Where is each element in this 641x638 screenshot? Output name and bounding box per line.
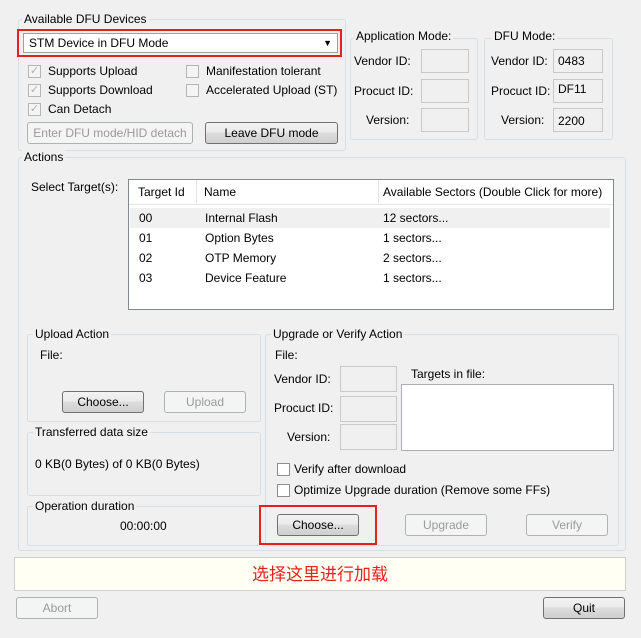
target-id-cell: 02 <box>139 251 153 265</box>
upload-choose-button[interactable]: Choose... <box>62 391 144 413</box>
app-product-field <box>421 79 469 103</box>
upgrade-file-label: File: <box>275 348 298 362</box>
supports-download-checkbox[interactable]: ✓ <box>28 84 41 97</box>
accelerated-upload-label: Accelerated Upload (ST) <box>206 83 338 97</box>
upgrade-version-label: Version: <box>287 430 331 444</box>
target-name-cell: Option Bytes <box>205 231 274 245</box>
dfu-product-field: DF11 <box>553 79 603 103</box>
target-sectors-cell: 1 sectors... <box>383 271 442 285</box>
transferred-size-title: Transferred data size <box>33 425 150 439</box>
device-select-highlight <box>17 29 342 57</box>
status-annotation: 选择这里进行加载 <box>252 565 388 585</box>
target-name-cell: OTP Memory <box>205 251 277 265</box>
app-version-label: Version: <box>366 113 410 127</box>
upgrade-product-label: Procuct ID: <box>274 401 334 415</box>
dfu-vendor-field: 0483 <box>553 49 603 73</box>
optimize-upgrade-label: Optimize Upgrade duration (Remove some F… <box>294 483 551 497</box>
table-row[interactable]: 03 Device Feature 1 sectors... <box>130 268 610 288</box>
actions-title: Actions <box>22 150 66 164</box>
targets-in-file-label: Targets in file: <box>411 367 486 381</box>
target-sectors-cell: 12 sectors... <box>383 211 449 225</box>
operation-duration-value: 00:00:00 <box>120 519 167 533</box>
column-sectors[interactable]: Available Sectors (Double Click for more… <box>383 185 602 199</box>
quit-button[interactable]: Quit <box>543 597 625 619</box>
abort-button[interactable]: Abort <box>16 597 98 619</box>
target-name-cell: Device Feature <box>205 271 287 285</box>
upload-file-label: File: <box>40 348 63 362</box>
target-sectors-cell: 1 sectors... <box>383 231 442 245</box>
upload-action-title: Upload Action <box>33 327 112 341</box>
can-detach-label: Can Detach <box>48 102 112 116</box>
enter-dfu-button[interactable]: Enter DFU mode/HID detach <box>27 122 193 144</box>
optimize-upgrade-checkbox[interactable] <box>277 484 290 497</box>
upgrade-version-field <box>340 424 397 450</box>
upload-button[interactable]: Upload <box>164 391 246 413</box>
transferred-size-value: 0 KB(0 Bytes) of 0 KB(0 Bytes) <box>35 457 200 471</box>
verify-button[interactable]: Verify <box>526 514 608 536</box>
dfu-vendor-label: Vendor ID: <box>491 54 548 68</box>
table-row[interactable]: 01 Option Bytes 1 sectors... <box>130 228 610 248</box>
leave-dfu-button[interactable]: Leave DFU mode <box>205 122 338 144</box>
target-list-header: Target Id Name Available Sectors (Double… <box>129 180 613 205</box>
column-name[interactable]: Name <box>204 185 236 199</box>
manifestation-tolerant-checkbox[interactable] <box>186 65 199 78</box>
app-version-field <box>421 108 469 132</box>
app-vendor-field <box>421 49 469 73</box>
dfu-mode-title: DFU Mode: <box>492 29 558 43</box>
dfu-devices-title: Available DFU Devices <box>22 12 149 26</box>
table-row[interactable]: 00 Internal Flash 12 sectors... <box>130 208 610 228</box>
target-list[interactable]: Target Id Name Available Sectors (Double… <box>128 179 614 310</box>
choose-button-highlight <box>259 505 377 545</box>
application-mode-title: Application Mode: <box>354 29 454 43</box>
targets-in-file-list[interactable] <box>401 384 614 451</box>
upgrade-product-field <box>340 396 397 422</box>
app-product-label: Procuct ID: <box>354 84 414 98</box>
can-detach-checkbox[interactable]: ✓ <box>28 103 41 116</box>
target-id-cell: 00 <box>139 211 153 225</box>
supports-download-label: Supports Download <box>48 83 153 97</box>
accelerated-upload-checkbox[interactable] <box>186 84 199 97</box>
target-name-cell: Internal Flash <box>205 211 278 225</box>
verify-after-download-checkbox[interactable] <box>277 463 290 476</box>
operation-duration-title: Operation duration <box>33 499 137 513</box>
upgrade-verify-title: Upgrade or Verify Action <box>271 327 405 341</box>
select-target-label: Select Target(s): <box>31 180 119 194</box>
supports-upload-checkbox[interactable]: ✓ <box>28 65 41 78</box>
supports-upload-label: Supports Upload <box>48 64 138 78</box>
manifestation-tolerant-label: Manifestation tolerant <box>206 64 321 78</box>
dfu-product-label: Procuct ID: <box>491 84 551 98</box>
target-id-cell: 01 <box>139 231 153 245</box>
status-bar: 选择这里进行加载 <box>14 557 626 591</box>
dfu-version-label: Version: <box>501 113 545 127</box>
column-target-id[interactable]: Target Id <box>138 185 185 199</box>
upgrade-vendor-field <box>340 366 397 392</box>
upgrade-button[interactable]: Upgrade <box>405 514 487 536</box>
table-row[interactable]: 02 OTP Memory 2 sectors... <box>130 248 610 268</box>
target-sectors-cell: 2 sectors... <box>383 251 442 265</box>
dfu-version-field: 2200 <box>553 108 603 132</box>
target-id-cell: 03 <box>139 271 153 285</box>
upgrade-vendor-label: Vendor ID: <box>274 372 331 386</box>
app-vendor-label: Vendor ID: <box>354 54 411 68</box>
verify-after-download-label: Verify after download <box>294 462 407 476</box>
